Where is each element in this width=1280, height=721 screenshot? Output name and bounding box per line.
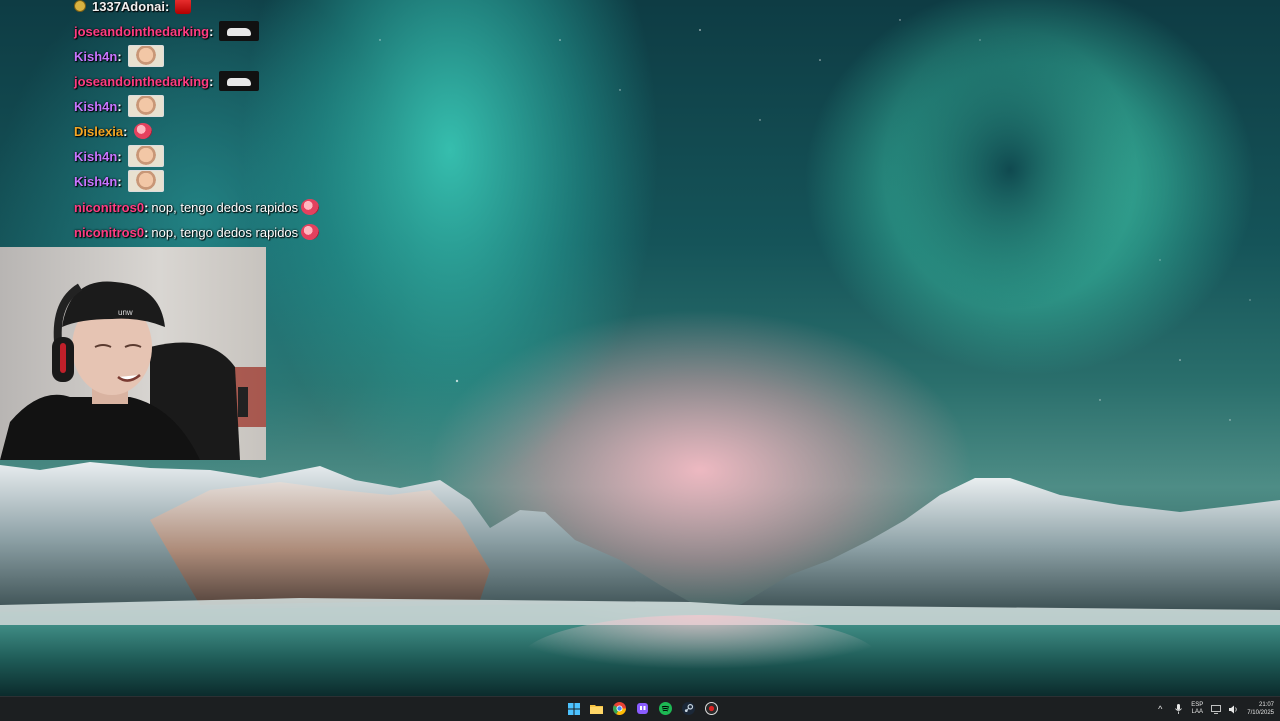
steam-icon bbox=[682, 702, 695, 715]
chat-message: Kish4n: bbox=[74, 170, 164, 192]
chat-username: Kish4n bbox=[74, 48, 118, 64]
face-emote-icon bbox=[127, 145, 164, 167]
record-icon bbox=[705, 702, 718, 715]
file-explorer-button[interactable] bbox=[588, 700, 605, 717]
chat-separator: : bbox=[117, 173, 122, 189]
chat-text: nop, tengo dedos rapidos bbox=[151, 199, 299, 215]
chat-badge-icon bbox=[74, 0, 86, 12]
face-emote-icon bbox=[127, 95, 164, 117]
microphone-icon[interactable] bbox=[1173, 704, 1183, 714]
chat-separator: : bbox=[117, 98, 122, 114]
chat-message: 1337Adonai: bbox=[74, 0, 192, 17]
chat-message: Dislexia: bbox=[74, 120, 152, 142]
chat-separator: : bbox=[209, 73, 214, 89]
chat-separator: : bbox=[144, 199, 149, 215]
clock[interactable]: 21:07 7/10/2025 bbox=[1247, 701, 1274, 717]
chat-username: Dislexia bbox=[74, 123, 124, 139]
keyboard-layout: LAA bbox=[1191, 709, 1203, 715]
system-tray: ^ ESP LAA 21:07 7/10/2025 bbox=[1155, 697, 1274, 721]
windows-icon bbox=[567, 702, 580, 715]
chat-message: Kish4n: bbox=[74, 45, 164, 67]
chat-separator: : bbox=[209, 23, 214, 39]
chat-username: joseandointhedarking bbox=[74, 73, 210, 89]
face-emote-icon bbox=[127, 170, 164, 192]
heart-emote-icon bbox=[133, 123, 152, 139]
chat-separator: : bbox=[117, 48, 122, 64]
face-emote-icon bbox=[127, 45, 164, 67]
folder-icon bbox=[590, 705, 603, 714]
volume-icon[interactable] bbox=[1229, 704, 1239, 714]
chat-message: joseandointhedarking: bbox=[74, 70, 260, 92]
webcam-feed: unw bbox=[0, 247, 266, 460]
chat-message: Kish4n: bbox=[74, 95, 164, 117]
start-button[interactable] bbox=[565, 700, 582, 717]
streamer-camera-image: unw bbox=[0, 281, 266, 460]
clock-time: 21:07 bbox=[1258, 702, 1274, 708]
shoe-emote-icon bbox=[175, 0, 192, 14]
spotify-icon bbox=[659, 702, 672, 715]
language-indicator[interactable]: ESP LAA bbox=[1191, 702, 1203, 716]
chevron-up-icon[interactable]: ^ bbox=[1155, 704, 1165, 714]
chat-separator: : bbox=[144, 224, 149, 240]
chat-username: Kish4n bbox=[74, 98, 118, 114]
chat-message: niconitros0: nop, tengo dedos rapidos bbox=[74, 196, 320, 218]
language-code: ESP bbox=[1191, 702, 1204, 708]
heart-emote-icon bbox=[301, 224, 320, 240]
chrome-icon bbox=[613, 702, 626, 715]
heart-emote-icon bbox=[301, 199, 320, 215]
chat-username: Kish4n bbox=[74, 148, 118, 164]
steam-button[interactable] bbox=[680, 700, 697, 717]
chat-message: joseandointhedarking: bbox=[74, 20, 260, 42]
network-icon[interactable] bbox=[1211, 704, 1222, 714]
obs-button[interactable] bbox=[703, 700, 720, 717]
chat-username: 1337Adonai bbox=[92, 0, 165, 14]
chat-username: niconitros0 bbox=[74, 199, 145, 215]
chat-username: joseandointhedarking bbox=[74, 23, 210, 39]
app-icon bbox=[637, 703, 648, 714]
car-emote-icon bbox=[219, 71, 260, 91]
chat-separator: : bbox=[164, 0, 170, 14]
twitch-app-button[interactable] bbox=[634, 700, 651, 717]
chat-text: nop, tengo dedos rapidos bbox=[151, 224, 299, 240]
windows-taskbar: ^ ESP LAA 21:07 7/10/2025 bbox=[0, 696, 1280, 721]
clock-date: 7/10/2025 bbox=[1247, 710, 1274, 716]
taskbar-apps bbox=[565, 700, 720, 717]
chat-message: niconitros0: nop, tengo dedos rapidos bbox=[74, 221, 320, 243]
car-emote-icon bbox=[219, 21, 260, 41]
svg-text:unw: unw bbox=[118, 308, 133, 317]
chat-separator: : bbox=[117, 148, 122, 164]
spotify-button[interactable] bbox=[657, 700, 674, 717]
chat-separator: : bbox=[123, 123, 128, 139]
chat-message: Kish4n: bbox=[74, 145, 164, 167]
chat-username: Kish4n bbox=[74, 173, 118, 189]
chrome-button[interactable] bbox=[611, 700, 628, 717]
chat-username: niconitros0 bbox=[74, 224, 145, 240]
